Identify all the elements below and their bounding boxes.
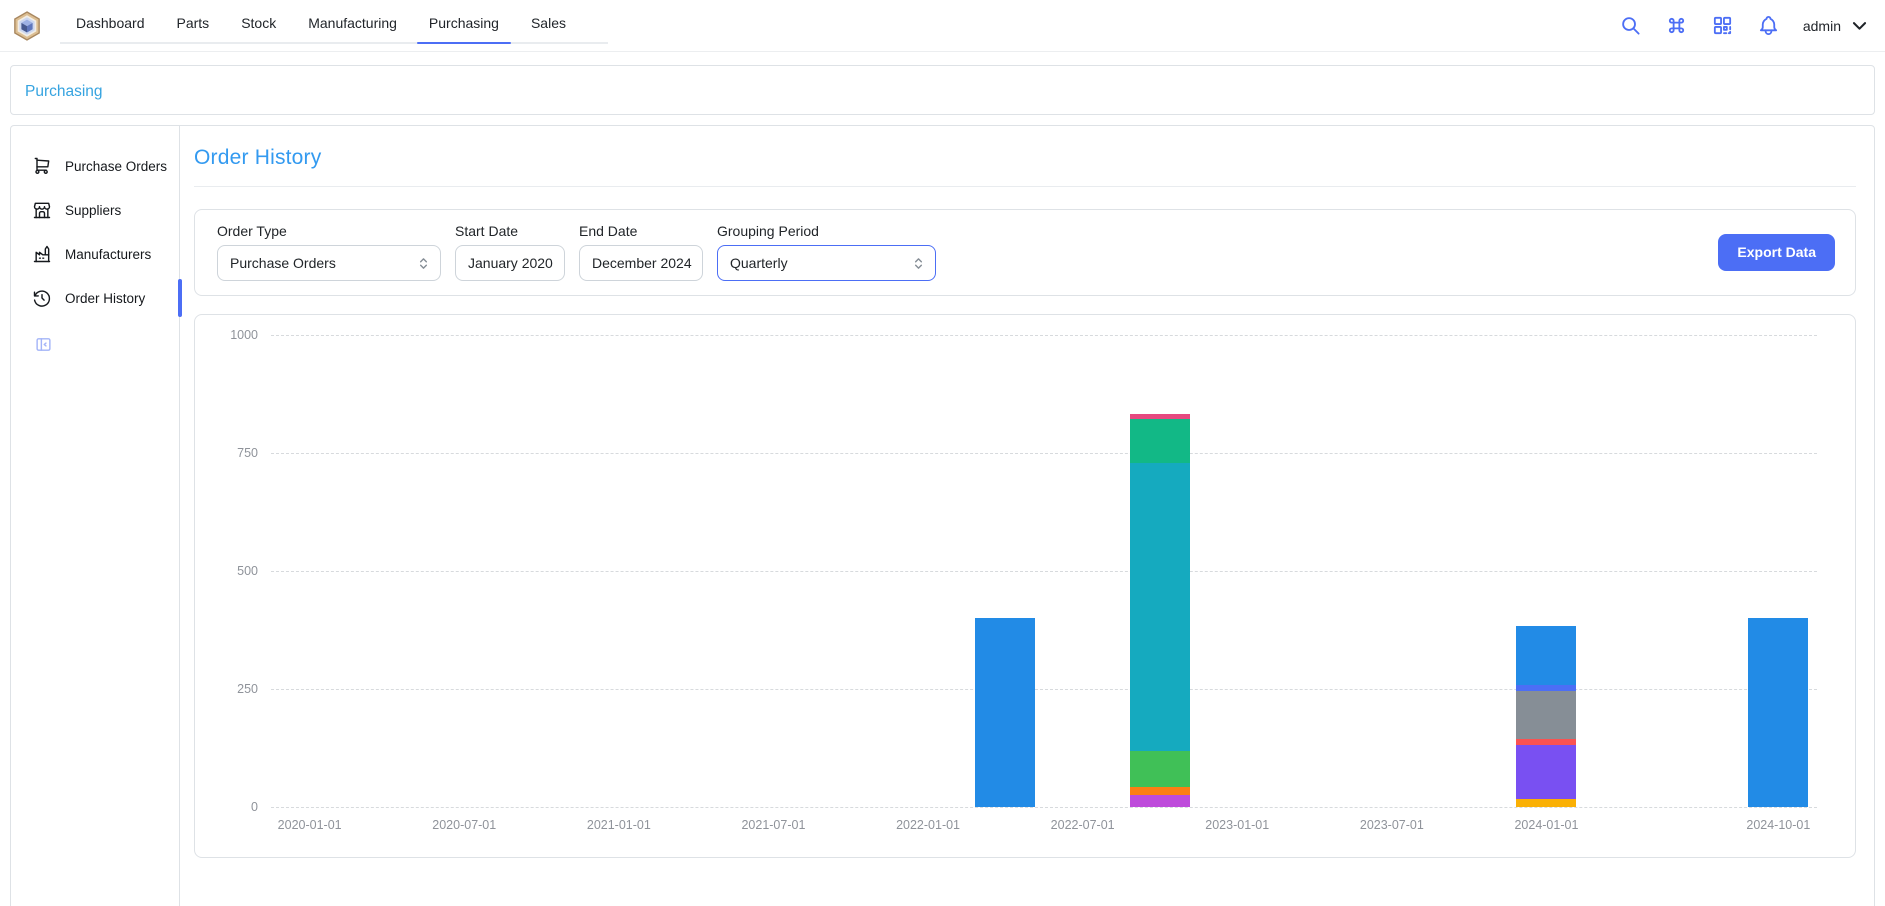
bar-segment: [975, 618, 1035, 807]
username: admin: [1803, 18, 1841, 34]
grouping-period-label: Grouping Period: [717, 223, 936, 239]
x-axis-tick-label: 2021-07-01: [741, 818, 805, 832]
chart-plot: 025050075010002020-01-012020-07-012021-0…: [271, 335, 1817, 807]
main-nav-tabs: Dashboard Parts Stock Manufacturing Purc…: [60, 3, 608, 44]
inventree-logo-icon[interactable]: [10, 9, 44, 43]
x-axis-tick-label: 2024-10-01: [1746, 818, 1810, 832]
order-type-value: Purchase Orders: [230, 255, 415, 271]
user-menu[interactable]: admin: [1803, 16, 1869, 35]
bar-segment: [1516, 691, 1576, 738]
sidebar-item-suppliers[interactable]: Suppliers: [11, 188, 179, 232]
storefront-icon: [32, 200, 52, 220]
tab-dashboard[interactable]: Dashboard: [60, 3, 161, 42]
filter-panel: Order Type Purchase Orders Start Date En…: [194, 209, 1856, 296]
x-axis-tick-label: 2023-07-01: [1360, 818, 1424, 832]
title-divider: [194, 186, 1856, 187]
header-actions: admin: [1619, 14, 1869, 37]
x-axis-tick-label: 2022-07-01: [1051, 818, 1115, 832]
tab-label: Purchasing: [429, 15, 499, 31]
sidebar-item-purchase-orders[interactable]: Purchase Orders: [11, 144, 179, 188]
app-header: Dashboard Parts Stock Manufacturing Purc…: [0, 0, 1885, 52]
breadcrumb-bar: Purchasing: [10, 65, 1875, 115]
bar-segment: [1130, 419, 1190, 464]
end-date-group: End Date: [579, 223, 703, 281]
order-type-label: Order Type: [217, 223, 441, 239]
stacked-bar: [1130, 414, 1190, 807]
stacked-bar: [1748, 618, 1808, 807]
bar-segment: [1130, 787, 1190, 795]
x-axis-tick-label: 2020-07-01: [432, 818, 496, 832]
bar-segment: [1130, 463, 1190, 751]
order-type-group: Order Type Purchase Orders: [217, 223, 441, 281]
chart-gridline: [271, 453, 1817, 454]
command-icon[interactable]: [1665, 14, 1688, 37]
chart-gridline: [271, 335, 1817, 336]
purchasing-panel: Purchase Orders Suppliers Manufacturers …: [10, 125, 1875, 906]
tab-stock[interactable]: Stock: [225, 3, 292, 42]
history-clock-icon: [32, 288, 52, 308]
export-data-button[interactable]: Export Data: [1718, 234, 1835, 271]
chart-gridline: [271, 571, 1817, 572]
y-axis-tick-label: 0: [251, 800, 258, 814]
bar-segment: [1516, 799, 1576, 807]
grouping-period-select[interactable]: Quarterly: [717, 245, 936, 281]
bar-segment: [1130, 751, 1190, 786]
qrcode-scan-icon[interactable]: [1711, 14, 1734, 37]
tab-parts[interactable]: Parts: [161, 3, 226, 42]
tab-manufacturing[interactable]: Manufacturing: [292, 3, 413, 42]
order-history-content: Order History Order Type Purchase Orders…: [180, 126, 1874, 906]
x-axis-tick-label: 2023-01-01: [1205, 818, 1269, 832]
start-date-input[interactable]: [455, 245, 565, 281]
selector-icon: [910, 255, 927, 272]
tab-label: Sales: [531, 15, 566, 31]
sidebar-item-order-history[interactable]: Order History: [11, 276, 179, 320]
y-axis-tick-label: 250: [237, 682, 258, 696]
grouping-period-value: Quarterly: [730, 255, 910, 271]
factory-icon: [32, 244, 52, 264]
tab-purchasing[interactable]: Purchasing: [413, 3, 515, 42]
x-axis-tick-label: 2020-01-01: [278, 818, 342, 832]
grouping-period-group: Grouping Period Quarterly: [717, 223, 936, 281]
tab-label: Stock: [241, 15, 276, 31]
page-title: Order History: [194, 146, 1856, 170]
end-date-input[interactable]: [579, 245, 703, 281]
shopping-cart-icon: [32, 156, 52, 176]
chevron-down-icon: [1850, 16, 1869, 35]
start-date-label: Start Date: [455, 223, 565, 239]
x-axis-tick-label: 2021-01-01: [587, 818, 651, 832]
chart-gridline: [271, 807, 1817, 808]
search-icon[interactable]: [1619, 14, 1642, 37]
sidebar-collapse-icon[interactable]: [35, 336, 52, 353]
end-date-label: End Date: [579, 223, 703, 239]
bell-icon[interactable]: [1757, 14, 1780, 37]
sidebar-item-label: Purchase Orders: [65, 159, 167, 174]
tab-label: Dashboard: [76, 15, 145, 31]
y-axis-tick-label: 500: [237, 564, 258, 578]
sidebar-item-label: Order History: [65, 291, 145, 306]
sidebar-item-label: Manufacturers: [65, 247, 151, 262]
bar-segment: [1748, 618, 1808, 807]
tab-sales[interactable]: Sales: [515, 3, 582, 42]
order-type-select[interactable]: Purchase Orders: [217, 245, 441, 281]
sidebar-item-manufacturers[interactable]: Manufacturers: [11, 232, 179, 276]
tab-label: Manufacturing: [308, 15, 397, 31]
sidebar: Purchase Orders Suppliers Manufacturers …: [11, 126, 180, 906]
bar-segment: [1516, 745, 1576, 799]
tab-label: Parts: [177, 15, 210, 31]
y-axis-tick-label: 750: [237, 446, 258, 460]
stacked-bar: [975, 618, 1035, 807]
bar-segment: [1516, 626, 1576, 685]
bar-segment: [1130, 795, 1190, 807]
breadcrumb[interactable]: Purchasing: [25, 83, 103, 101]
y-axis-tick-label: 1000: [230, 328, 258, 342]
start-date-group: Start Date: [455, 223, 565, 281]
chart-gridline: [271, 689, 1817, 690]
x-axis-tick-label: 2022-01-01: [896, 818, 960, 832]
x-axis-tick-label: 2024-01-01: [1514, 818, 1578, 832]
stacked-bar: [1516, 626, 1576, 807]
selector-icon: [415, 255, 432, 272]
order-history-chart-card: 0 250 500 750 1000 2020-01-01 2020-07-01 2021-0…: [194, 314, 1856, 858]
sidebar-item-label: Suppliers: [65, 203, 121, 218]
